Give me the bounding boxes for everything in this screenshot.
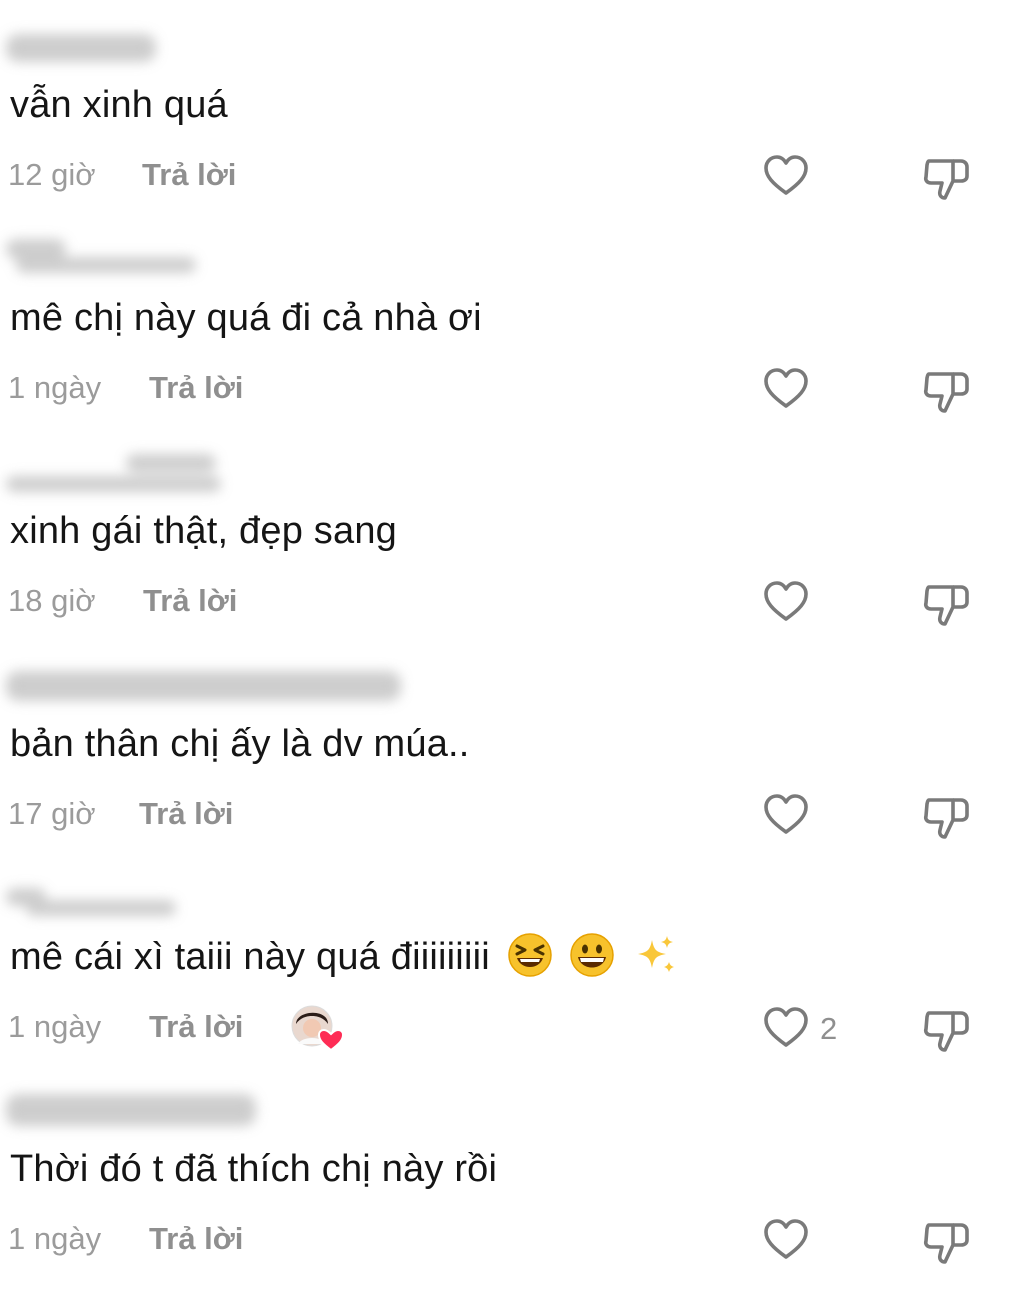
comment-text: mê cái xì taiii này quá điiiiiiiii [10, 933, 678, 982]
comment-time: 1 ngày [8, 370, 102, 405]
creator-liked-avatar-icon [291, 1005, 344, 1052]
thumbs-down-outline-icon[interactable] [920, 1216, 972, 1268]
comment-item: Thời đó t đã thích chị này rồi 1 ngày Tr… [0, 1088, 1012, 1301]
thumbs-down-outline-icon[interactable] [920, 1004, 972, 1056]
laughing-squint-emoji-icon [507, 933, 552, 977]
like-count: 2 [820, 1011, 838, 1046]
comment-item: bản thân chị ấy là dv múa.. 17 giờ Trả l… [0, 663, 1012, 876]
comment-time: 18 giờ [8, 583, 96, 618]
username-blurred [6, 1088, 256, 1134]
thumbs-down-outline-icon[interactable] [920, 791, 972, 843]
reply-button[interactable]: Trả lời [139, 794, 233, 834]
comment-item: xinh gái thật, đẹp sang 18 giờ Trả lời [0, 450, 1012, 663]
heart-outline-icon[interactable] [762, 365, 810, 413]
comment-text: bản thân chị ấy là dv múa.. [10, 723, 470, 765]
reply-button[interactable]: Trả lời [149, 1007, 243, 1047]
comment-time: 1 ngày [8, 1009, 102, 1044]
comment-item: mê cái xì taiii này quá điiiiiiiii 1 ngà… [0, 876, 1012, 1089]
username-blurred [6, 233, 196, 279]
heart-outline-icon[interactable] [762, 578, 810, 626]
username-blurred [6, 876, 176, 922]
reply-button[interactable]: Trả lời [143, 581, 237, 621]
reply-button[interactable]: Trả lời [149, 1219, 243, 1259]
heart-outline-icon[interactable] [762, 1004, 810, 1052]
comment-text: Thời đó t đã thích chị này rồi [10, 1148, 498, 1190]
comment-text: xinh gái thật, đẹp sang [10, 510, 397, 552]
comment-text: vẫn xinh quá [10, 84, 228, 126]
reply-button[interactable]: Trả lời [142, 155, 236, 195]
comment-item: mê chị này quá đi cả nhà ơi 1 ngày Trả l… [0, 237, 1012, 450]
heart-outline-icon[interactable] [762, 152, 810, 200]
reply-button[interactable]: Trả lời [149, 368, 243, 408]
thumbs-down-outline-icon[interactable] [920, 365, 972, 417]
thumbs-down-outline-icon[interactable] [920, 578, 972, 630]
comment-text: mê chị này quá đi cả nhà ơi [10, 297, 482, 339]
thumbs-down-outline-icon[interactable] [920, 152, 972, 204]
heart-outline-icon[interactable] [762, 1216, 810, 1264]
sparkles-emoji-icon [638, 935, 675, 972]
comment-time: 12 giờ [8, 157, 96, 192]
grinning-emoji-icon [570, 933, 615, 977]
comment-text-body: mê cái xì taiii này quá điiiiiiiii [10, 936, 490, 978]
username-blurred [6, 663, 401, 709]
username-blurred [6, 24, 166, 70]
username-blurred [6, 450, 221, 496]
comment-time: 1 ngày [8, 1221, 102, 1256]
comment-item: vẫn xinh quá 12 giờ Trả lời [0, 24, 1012, 237]
comment-time: 17 giờ [8, 796, 96, 831]
heart-outline-icon[interactable] [762, 791, 810, 839]
